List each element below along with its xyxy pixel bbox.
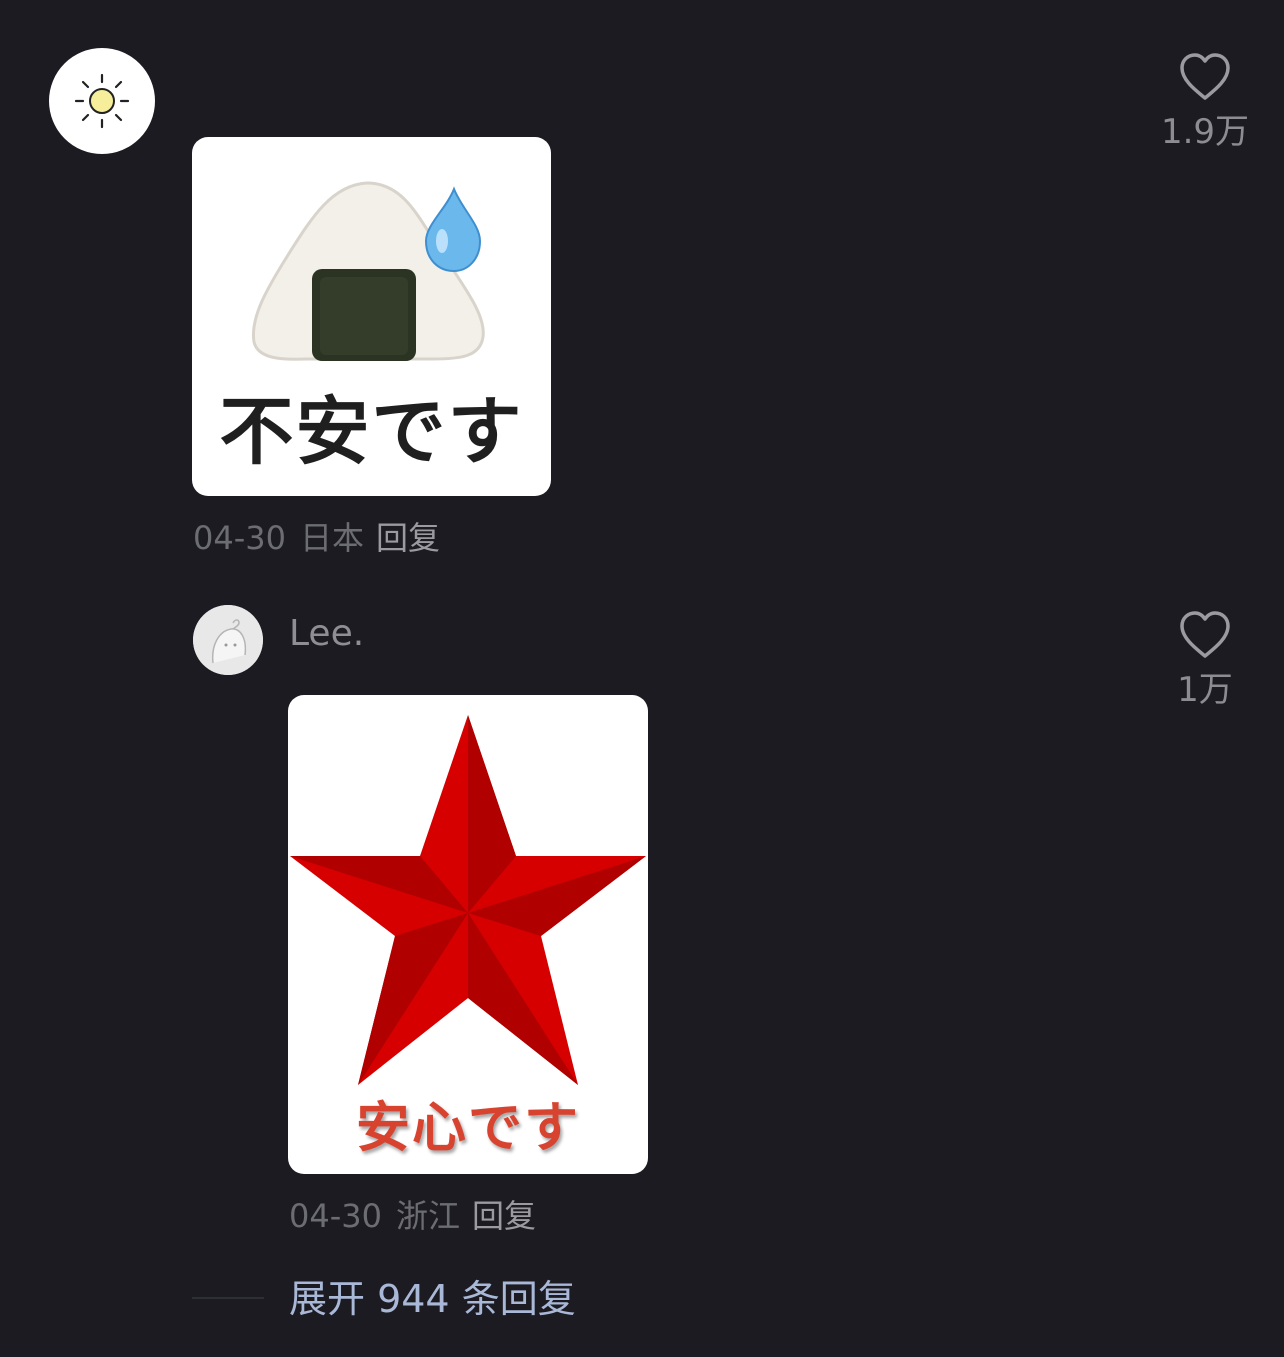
comment-meta: 04-30 日本 回复 — [193, 518, 440, 558]
sun-icon — [74, 73, 130, 129]
comment-location: 日本 — [299, 519, 364, 557]
avatar[interactable] — [49, 48, 155, 154]
expand-replies-button[interactable]: 展开 944 条回复 — [289, 1277, 576, 1321]
like-group: 1万 — [1155, 610, 1255, 710]
comment-location: 浙江 — [395, 1197, 460, 1235]
like-count: 1万 — [1177, 670, 1233, 710]
heart-icon[interactable] — [1178, 610, 1232, 660]
reply-button[interactable]: 回复 — [376, 519, 440, 557]
sticker-caption: 安心です — [356, 1096, 580, 1159]
red-star-illustration — [290, 715, 646, 1085]
divider — [192, 1297, 264, 1299]
comment-date: 04-30 — [193, 519, 286, 557]
sticker-image[interactable]: 安心です — [288, 695, 648, 1174]
avatar-drawing — [193, 605, 263, 675]
sticker-caption: 不安です — [219, 389, 524, 475]
username[interactable]: Lee. — [289, 614, 364, 654]
sticker-image[interactable]: 不安です — [192, 137, 551, 496]
avatar[interactable] — [193, 605, 263, 675]
onigiri-illustration — [251, 181, 485, 361]
heart-icon[interactable] — [1178, 52, 1232, 102]
like-count: 1.9万 — [1160, 112, 1250, 152]
reply-button[interactable]: 回复 — [472, 1197, 536, 1235]
like-group: 1.9万 — [1155, 52, 1255, 152]
comment-meta: 04-30 浙江 回复 — [289, 1196, 536, 1236]
comment-date: 04-30 — [289, 1197, 382, 1235]
username[interactable] — [196, 50, 496, 90]
